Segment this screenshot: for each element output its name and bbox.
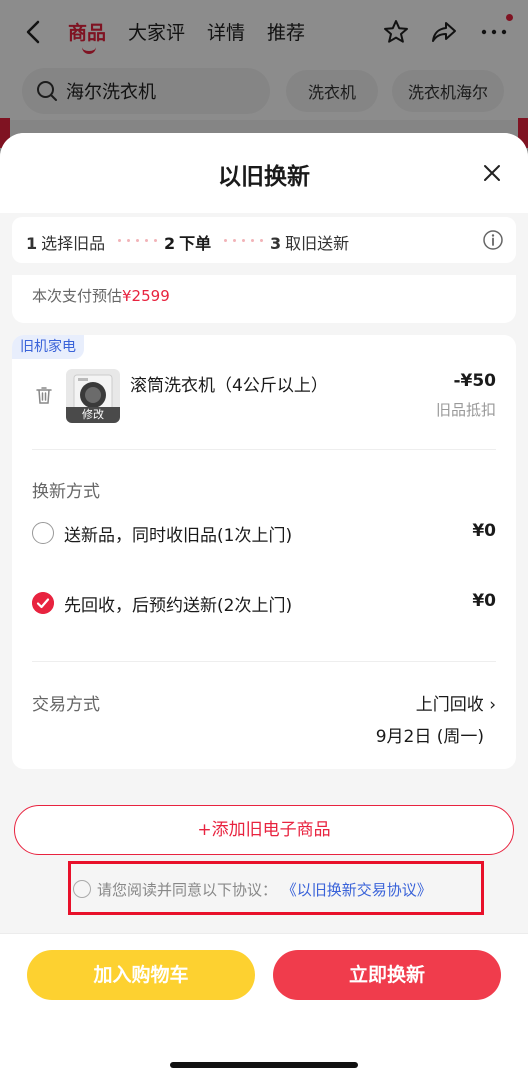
payment-label: 本次支付预估 (32, 287, 123, 305)
step-pickup-deliver: 3 取旧送新 (270, 230, 349, 254)
trade-in-card: 旧机家电 修改 滚筒洗衣机（4公斤以上） -¥50 旧品抵扣 换新方式 送新品，… (12, 335, 516, 769)
trade-method-label: 交易方式 (32, 695, 100, 715)
bottom-action-bar: 加入购物车 立即换新 (0, 933, 528, 1080)
trade-method-value[interactable]: 上门回收 › (416, 690, 496, 715)
step-connector (224, 239, 263, 242)
trade-date[interactable]: 9月2日 (周一) (376, 722, 484, 747)
payment-amount: ¥2599 (122, 287, 170, 305)
sheet-title: 以旧换新 (218, 164, 310, 190)
edit-item-button[interactable]: 修改 (66, 407, 120, 423)
info-icon[interactable] (482, 229, 504, 251)
payment-estimate: 本次支付预估¥2599 (12, 275, 516, 323)
step-order: 2 下单 (164, 230, 211, 254)
agreement-row: 请您阅读并同意以下协议： 《以旧换新交易协议》 (68, 861, 484, 915)
divider (32, 449, 496, 450)
divider (32, 661, 496, 662)
step-number: 2 (164, 234, 176, 253)
option-price: ¥0 (472, 521, 496, 541)
home-indicator[interactable] (170, 1062, 358, 1068)
old-item-discount-label: 旧品抵扣 (435, 401, 496, 419)
old-item-name: 滚筒洗衣机（4公斤以上） (130, 376, 328, 396)
trash-icon[interactable] (34, 385, 54, 405)
step-number: 1 (26, 234, 38, 253)
add-old-electronics-button[interactable]: +添加旧电子商品 (14, 805, 514, 855)
option-label-recycle-first[interactable]: 先回收，后预约送新(2次上门) (64, 591, 292, 616)
sheet-header: 以旧换新 (0, 133, 528, 213)
step-select-old: 1 选择旧品 (26, 230, 105, 254)
option-label-deliver-with-pickup[interactable]: 送新品，同时收旧品(1次上门) (64, 521, 292, 546)
old-appliance-tag: 旧机家电 (12, 335, 84, 359)
option-price: ¥0 (472, 591, 496, 611)
old-item-discount: -¥50 (453, 371, 496, 391)
trade-in-sheet: 以旧换新 1选择旧品 2下单 3取旧送新 本次支付预估¥2599 旧机家电 (0, 133, 528, 1080)
step-number: 3 (270, 234, 282, 253)
agreement-prompt: 请您阅读并同意以下协议： (97, 881, 278, 899)
payment-estimate-text: 本次支付预估¥2599 (32, 285, 170, 306)
progress-steps: 1 选择旧品 2 下单 3 取旧送新 (12, 217, 516, 263)
add-to-cart-button[interactable]: 加入购物车 (27, 950, 255, 1000)
product-thumbnail[interactable]: 修改 (66, 369, 120, 423)
renewal-method-label: 换新方式 (32, 482, 100, 502)
agreement-link[interactable]: 《以旧换新交易协议》 (282, 881, 432, 899)
trade-in-now-button[interactable]: 立即换新 (273, 950, 501, 1000)
step-connector (118, 239, 157, 242)
step-label: 取旧送新 (285, 234, 350, 253)
step-label: 下单 (179, 234, 212, 253)
close-icon[interactable] (480, 161, 504, 185)
option-radio-deliver-with-pickup[interactable] (32, 522, 54, 544)
agreement-checkbox[interactable] (73, 880, 91, 898)
step-label: 选择旧品 (41, 234, 106, 253)
option-radio-recycle-first[interactable] (32, 592, 54, 614)
agreement-text: 请您阅读并同意以下协议： 《以旧换新交易协议》 (97, 879, 432, 900)
